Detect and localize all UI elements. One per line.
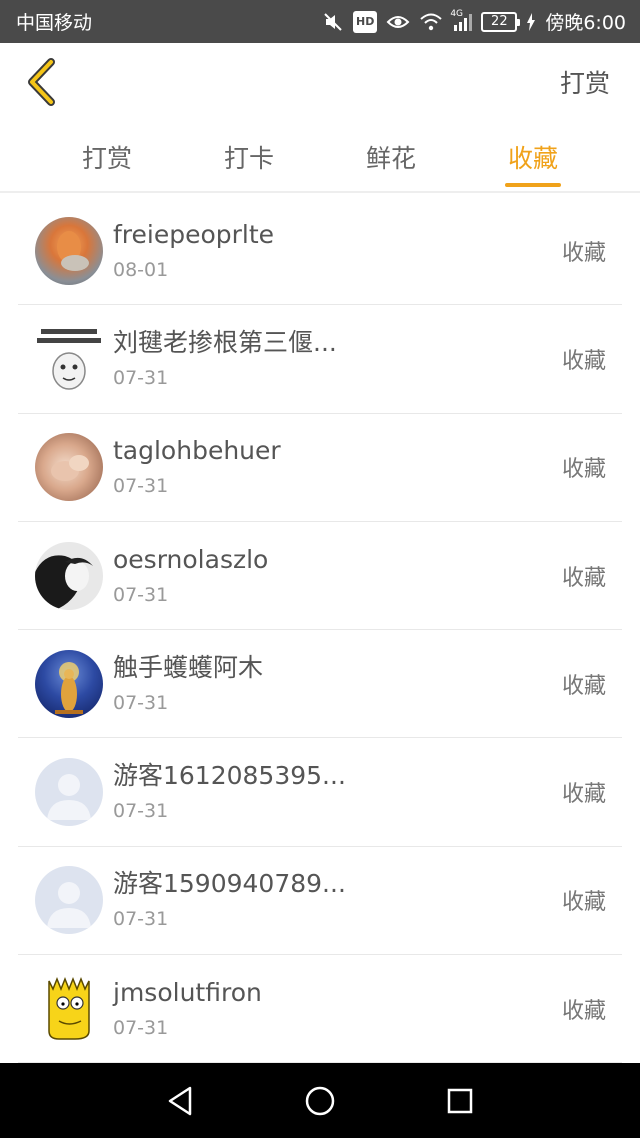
tab-favorites[interactable]: 收藏: [462, 121, 604, 193]
item-date: 07-31: [113, 1016, 169, 1039]
item-status: 收藏: [561, 240, 606, 266]
chevron-left-icon: [28, 58, 55, 106]
clock: 傍晚6:00: [545, 12, 626, 34]
circle-home-icon: [305, 1086, 335, 1115]
tab-label: 打卡: [223, 144, 274, 173]
item-text: oesrnolaszlo 07-31: [113, 544, 268, 608]
list-item[interactable]: oesrnolaszlo 07-31 收藏: [18, 522, 622, 631]
user-name: freiepeoprlte: [113, 219, 275, 249]
item-status: 收藏: [561, 782, 606, 808]
wifi-icon: [419, 11, 443, 33]
nav-back-button[interactable]: [160, 1081, 200, 1121]
item-status: 收藏: [561, 998, 606, 1024]
signal-icon: 4G: [450, 8, 473, 33]
list-item[interactable]: freiepeoprlte 08-01 收藏: [18, 197, 622, 306]
item-text: jmsolutfiron 07-31: [113, 977, 262, 1041]
tab-flowers[interactable]: 鲜花: [320, 121, 462, 193]
list-item[interactable]: taglohbehuer 07-31 收藏: [18, 414, 622, 522]
item-text: 游客1590940789... 07-31: [113, 868, 346, 932]
item-date: 07-31: [113, 691, 169, 714]
mute-icon: [322, 11, 344, 33]
battery-icon: 22: [481, 11, 521, 32]
item-date: 07-31: [113, 583, 169, 606]
avatar: [35, 758, 103, 827]
avatar: [35, 866, 103, 935]
user-name: 游客1590940789...: [113, 869, 346, 899]
tab-label: 鲜花: [365, 144, 416, 173]
list-item[interactable]: 刘毽老掺根第三偃... 07-31 收藏: [18, 305, 622, 414]
nav-recents-button[interactable]: [440, 1081, 480, 1121]
item-date: 08-01: [113, 258, 169, 281]
item-text: 触手蠖蠖阿木 07-31: [113, 652, 263, 716]
nav-home-button[interactable]: [300, 1081, 340, 1121]
back-button[interactable]: [24, 57, 64, 107]
square-recents-icon: [447, 1088, 473, 1113]
item-text: 刘毽老掺根第三偃... 07-31: [113, 327, 337, 391]
triangle-back-icon: [168, 1086, 192, 1115]
default-user-icon: [47, 774, 91, 821]
item-text: freiepeoprlte 08-01: [113, 219, 274, 283]
item-status: 收藏: [561, 348, 606, 374]
user-name: jmsolutfiron: [113, 977, 262, 1007]
item-date: 07-31: [113, 475, 169, 498]
item-date: 07-31: [113, 366, 169, 389]
user-name: 触手蠖蠖阿木: [113, 652, 264, 682]
tab-checkin[interactable]: 打卡: [178, 121, 320, 193]
list-item[interactable]: 触手蠖蠖阿木 07-31 收藏: [18, 630, 622, 739]
avatar: [35, 541, 103, 610]
list-item[interactable]: 游客1590940789... 07-31 收藏: [18, 847, 622, 956]
list-item[interactable]: 游客1612085395... 07-31 收藏: [18, 738, 622, 847]
active-tab-indicator: [505, 183, 561, 187]
battery-level: 22: [491, 14, 508, 29]
system-nav-bar: [0, 1063, 640, 1138]
item-status: 收藏: [561, 673, 606, 699]
user-name: 刘毽老掺根第三偃...: [113, 327, 337, 357]
carrier-label: 中国移动: [16, 12, 93, 34]
reward-action-button[interactable]: 打赏: [560, 64, 610, 100]
item-date: 07-31: [113, 908, 169, 931]
tab-bar: 打赏 打卡 鲜花 收藏: [0, 121, 640, 193]
item-status: 收藏: [561, 565, 606, 591]
eye-icon: [386, 11, 410, 33]
network-type-label: 4G: [450, 8, 464, 19]
item-text: taglohbehuer 07-31: [113, 435, 281, 499]
status-bar: 中国移动 HD 4G 22 傍晚6:00: [0, 0, 640, 43]
tab-label: 打赏: [81, 144, 132, 173]
item-text: 游客1612085395... 07-31: [113, 760, 346, 824]
favorites-list: freiepeoprlte 08-01 收藏 刘毽老掺根第三偃... 07-31…: [0, 197, 640, 1064]
avatar: [35, 433, 103, 502]
avatar: [35, 974, 103, 1043]
item-status: 收藏: [561, 457, 606, 483]
user-name: taglohbehuer: [113, 436, 281, 466]
header: 打赏: [0, 43, 640, 121]
charging-icon: [526, 11, 536, 33]
user-name: 游客1612085395...: [113, 761, 346, 791]
tab-reward[interactable]: 打赏: [36, 121, 178, 193]
hd-icon: HD: [352, 10, 378, 33]
avatar: [35, 324, 103, 393]
item-date: 07-31: [113, 800, 169, 823]
user-name: oesrnolaszlo: [113, 544, 269, 574]
tab-label: 收藏: [507, 144, 558, 173]
avatar: [35, 216, 103, 285]
list-item[interactable]: jmsolutfiron 07-31 收藏: [18, 955, 622, 1064]
status-icons: HD 4G 22 傍晚6:00: [322, 8, 626, 35]
item-status: 收藏: [561, 890, 606, 916]
avatar: [35, 649, 103, 718]
default-user-icon: [47, 882, 91, 929]
